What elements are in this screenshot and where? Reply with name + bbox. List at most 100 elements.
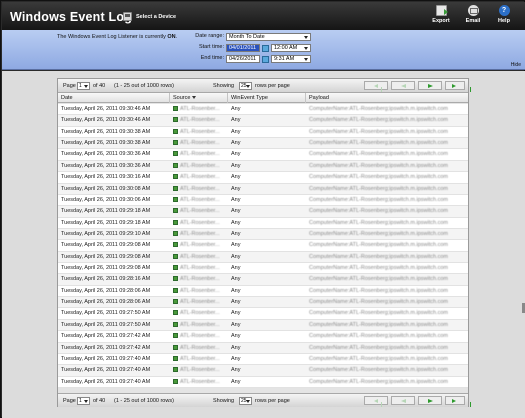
table-row[interactable]: Tuesday, April 26, 2011 09:27:42 AM ATL-R…: [58, 331, 468, 343]
last-page-button[interactable]: [445, 81, 471, 92]
start-calendar-icon[interactable]: [262, 45, 269, 52]
source-name: ATL-Rosenber...: [180, 265, 220, 272]
prev-page-button[interactable]: [391, 81, 415, 90]
table-row[interactable]: Tuesday, April 26, 2011 09:30:46 AM ATL-R…: [58, 104, 468, 116]
table-row[interactable]: Tuesday, April 26, 2011 09:28:06 AM ATL-R…: [58, 297, 468, 309]
pager-top: Page 1 of 40 (1 - 25 out of 1000 rows) S…: [58, 79, 471, 93]
computer-icon: [173, 242, 178, 248]
cell-source: ATL-Rosenber...: [170, 331, 228, 342]
source-name: ATL-Rosenber...: [180, 310, 220, 317]
cell-type: Any: [231, 367, 241, 374]
source-name: ATL-Rosenber...: [180, 242, 220, 249]
cell-source: ATL-Rosenber...: [170, 320, 228, 331]
date-range-value: Month To Date: [229, 34, 265, 40]
page-select[interactable]: 1: [77, 397, 90, 405]
computer-icon: [173, 230, 178, 236]
email-button[interactable]: Email: [460, 5, 486, 24]
last-page-button[interactable]: [445, 396, 471, 407]
next-page-button[interactable]: [418, 396, 442, 405]
rows-per-page-label: rows per page: [255, 83, 290, 89]
cell-date: Tuesday, April 26, 2011 09:30:36 AM: [61, 162, 151, 169]
cell-type: Any: [231, 276, 241, 283]
chevron-down-icon: [304, 58, 308, 61]
prev-page-button[interactable]: [391, 396, 415, 405]
page-select[interactable]: 1: [77, 82, 90, 90]
chevron-down-icon: [246, 400, 250, 403]
cell-payload: ComputerName:ATL-Rosenberg;ipswitch.m.ip…: [309, 185, 448, 192]
prev-page-icon: [401, 399, 406, 403]
cell-source: ATL-Rosenber...: [170, 252, 228, 263]
cell-source: ATL-Rosenber...: [170, 115, 228, 126]
cell-date: Tuesday, April 26, 2011 09:30:38 AM: [61, 128, 151, 135]
select-device-button[interactable]: Select a Device: [123, 12, 176, 21]
table-row[interactable]: Tuesday, April 26, 2011 09:30:16 AM ATL-R…: [58, 172, 468, 184]
source-name: ATL-Rosenber...: [180, 185, 220, 192]
cell-type: Any: [231, 287, 241, 294]
table-row[interactable]: Tuesday, April 26, 2011 09:30:08 AM ATL-R…: [58, 183, 468, 195]
cell-type: Any: [231, 128, 241, 135]
start-time-value: 12:00 AM: [274, 45, 298, 51]
table-row[interactable]: Tuesday, April 26, 2011 09:29:08 AM ATL-R…: [58, 251, 468, 264]
end-time-select[interactable]: 9:31 AM: [271, 55, 311, 63]
start-date-input[interactable]: 04/01/2011: [226, 44, 260, 52]
table-row[interactable]: Tuesday, April 26, 2011 09:29:10 AM ATL-R…: [58, 228, 468, 241]
table-row[interactable]: Tuesday, April 26, 2011 09:29:18 AM ATL-R…: [58, 217, 468, 229]
help-button[interactable]: ? Help: [491, 5, 517, 24]
end-calendar-icon[interactable]: [262, 56, 269, 63]
cell-type: Any: [231, 106, 241, 112]
date-range-label: Date range:: [195, 33, 224, 39]
cell-payload: ComputerName:ATL-Rosenberg;ipswitch.m.ip…: [309, 367, 448, 374]
table-row[interactable]: Tuesday, April 26, 2011 09:27:50 AM ATL-R…: [58, 319, 468, 332]
cell-source: ATL-Rosenber...: [170, 343, 228, 354]
table-row[interactable]: Tuesday, April 26, 2011 09:29:08 AM ATL-R…: [58, 240, 468, 252]
table-row[interactable]: Tuesday, April 26, 2011 09:27:40 AM ATL-R…: [58, 353, 468, 366]
event-grid-panel: Page 1 of 40 (1 - 25 out of 1000 rows) S…: [57, 78, 471, 407]
first-page-button[interactable]: [364, 81, 388, 92]
col-header-payload[interactable]: Payload: [306, 93, 468, 103]
table-row[interactable]: Tuesday, April 26, 2011 09:27:40 AM ATL-R…: [58, 376, 468, 388]
source-name: ATL-Rosenber...: [180, 287, 220, 294]
export-button[interactable]: Export: [428, 5, 454, 24]
email-icon: [467, 5, 479, 16]
rows-per-page-select[interactable]: 25: [239, 397, 252, 405]
col-date-label: Date: [61, 95, 73, 101]
table-row[interactable]: Tuesday, April 26, 2011 09:27:42 AM ATL-R…: [58, 342, 468, 354]
table-row[interactable]: Tuesday, April 26, 2011 09:30:46 AM ATL-R…: [58, 115, 468, 127]
table-row[interactable]: Tuesday, April 26, 2011 09:28:16 AM ATL-R…: [58, 274, 468, 286]
end-date-input[interactable]: 04/26/2011: [226, 55, 260, 63]
col-header-source[interactable]: Source: [170, 93, 228, 103]
email-label: Email: [465, 18, 481, 24]
table-row[interactable]: Tuesday, April 26, 2011 09:30:06 AM ATL-R…: [58, 194, 468, 207]
grid-body: Tuesday, April 26, 2011 09:30:46 AM ATL-R…: [58, 104, 468, 388]
table-row[interactable]: Tuesday, April 26, 2011 09:30:38 AM ATL-R…: [58, 138, 468, 150]
prev-page-icon: [401, 84, 406, 88]
table-row[interactable]: Tuesday, April 26, 2011 09:27:50 AM ATL-R…: [58, 308, 468, 320]
cell-payload: ComputerName:ATL-Rosenberg;ipswitch.m.ip…: [309, 265, 448, 272]
computer-icon: [173, 265, 178, 271]
cell-date: Tuesday, April 26, 2011 09:30:08 AM: [61, 185, 151, 192]
cell-type: Any: [231, 355, 241, 362]
table-row[interactable]: Tuesday, April 26, 2011 09:30:36 AM ATL-R…: [58, 160, 468, 173]
computer-icon: [173, 333, 178, 339]
source-name: ATL-Rosenber...: [180, 321, 220, 328]
hide-link[interactable]: Hide: [511, 62, 521, 68]
page-select-value: 1: [79, 398, 82, 404]
date-range-select[interactable]: Month To Date: [226, 33, 311, 41]
table-row[interactable]: Tuesday, April 26, 2011 09:29:08 AM ATL-R…: [58, 263, 468, 275]
col-header-date[interactable]: Date: [58, 93, 170, 103]
first-page-button[interactable]: [364, 396, 388, 407]
table-row[interactable]: Tuesday, April 26, 2011 09:30:36 AM ATL-R…: [58, 149, 468, 161]
next-page-button[interactable]: [418, 81, 442, 90]
cell-date: Tuesday, April 26, 2011 09:27:40 AM: [61, 355, 151, 362]
table-row[interactable]: Tuesday, April 26, 2011 09:30:38 AM ATL-R…: [58, 126, 468, 139]
last-page-icon: [452, 399, 471, 407]
table-row[interactable]: Tuesday, April 26, 2011 09:28:06 AM ATL-R…: [58, 285, 468, 298]
table-row[interactable]: Tuesday, April 26, 2011 09:27:40 AM ATL-R…: [58, 365, 468, 377]
col-header-type[interactable]: WinEvent Type: [228, 93, 306, 103]
cell-source: ATL-Rosenber...: [170, 172, 228, 183]
end-time-value: 9:31 AM: [274, 56, 295, 62]
table-row[interactable]: Tuesday, April 26, 2011 09:29:18 AM ATL-R…: [58, 206, 468, 218]
cell-date: Tuesday, April 26, 2011 09:30:38 AM: [61, 140, 151, 147]
rows-per-page-select[interactable]: 25: [239, 82, 252, 90]
start-time-select[interactable]: 12:00 AM: [271, 44, 311, 52]
